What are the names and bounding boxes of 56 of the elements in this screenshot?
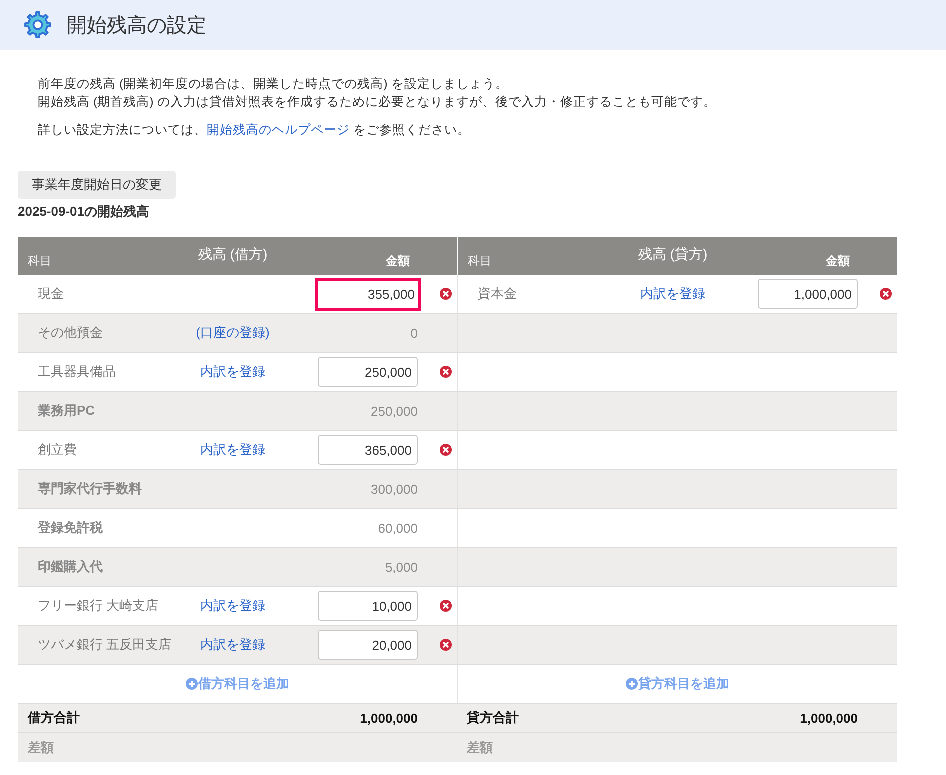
subaccount-name: 専門家代行手数料 [38,480,142,498]
plus-circle-icon [186,678,198,690]
delete-icon[interactable] [440,444,452,456]
register-link[interactable]: 内訳を登録 [200,636,266,654]
difference-label: 差額 [28,738,54,756]
delete-icon[interactable] [440,600,452,612]
intro-text: 開始残高 (期首残高) の入力は貸借対照表を作成するために必要となりますが、後で入力・修正することも可能です。 [38,94,718,111]
subaccount-name: 印鑑購入代 [38,558,103,576]
change-start-date-button[interactable]: 事業年度開始日の変更 [18,171,176,199]
register-link[interactable]: 内訳を登録 [640,285,706,303]
column-header: 金額 [826,253,850,270]
register-link[interactable]: 内訳を登録 [200,597,266,615]
amount-text: 60,000 [378,520,418,536]
plus-circle-icon [626,678,638,690]
register-link[interactable]: 内訳を登録 [200,363,266,381]
page-title: 開始残高の設定 [67,14,207,38]
amount-field[interactable]: 1,000,000 [758,279,858,309]
intro-text: 前年度の残高 (開業初年度の場合は、開業した時点での残高) を設定しましょう。 [38,76,510,93]
account-name: フリー銀行 大崎支店 [38,597,159,615]
total-amount: 1,000,000 [360,710,418,726]
gear-icon [24,11,52,39]
amount-text: 5,000 [385,560,418,574]
account-name: 創立費 [38,441,77,459]
subaccount-name: 登録免許税 [38,519,103,537]
account-name: その他預金 [38,324,103,342]
account-name: 資本金 [478,285,517,303]
delete-icon[interactable] [880,288,892,300]
subaccount-name: 業務用PC [38,402,96,420]
help-text: 詳しい設定方法については、開始残高のヘルプページ をご参照ください。 [38,122,472,139]
section-heading: 残高 (貸方) [638,246,708,264]
difference-label: 差額 [467,738,493,756]
column-header: 金額 [386,253,410,270]
amount-text: 0 [410,326,418,340]
delete-icon[interactable] [440,366,452,378]
total-amount: 1,000,000 [800,710,858,726]
balance-date-title: 2025-09-01の開始残高 [18,204,150,220]
amount-field[interactable]: 355,000 [315,278,421,310]
register-link[interactable]: (口座の登録) [196,324,270,342]
amount-field[interactable]: 365,000 [318,435,418,465]
total-label: 貸方合計 [467,709,519,727]
amount-text: 300,000 [371,482,418,496]
account-name: ツバメ銀行 五反田支店 [38,636,172,654]
column-header: 科目 [468,253,492,270]
amount-field[interactable]: 10,000 [318,591,418,621]
total-label: 借方合計 [28,709,80,727]
section-heading: 残高 (借方) [198,246,268,264]
amount-field[interactable]: 20,000 [318,630,418,660]
amount-field[interactable]: 250,000 [318,357,418,387]
delete-icon[interactable] [440,288,452,300]
account-name: 工具器具備品 [38,363,116,381]
help-link[interactable]: 開始残高のヘルプページ [207,123,350,137]
register-link[interactable]: 内訳を登録 [200,441,266,459]
account-name: 現金 [38,285,64,303]
delete-icon[interactable] [440,639,452,651]
amount-text: 250,000 [371,404,418,418]
column-header: 科目 [28,253,52,270]
